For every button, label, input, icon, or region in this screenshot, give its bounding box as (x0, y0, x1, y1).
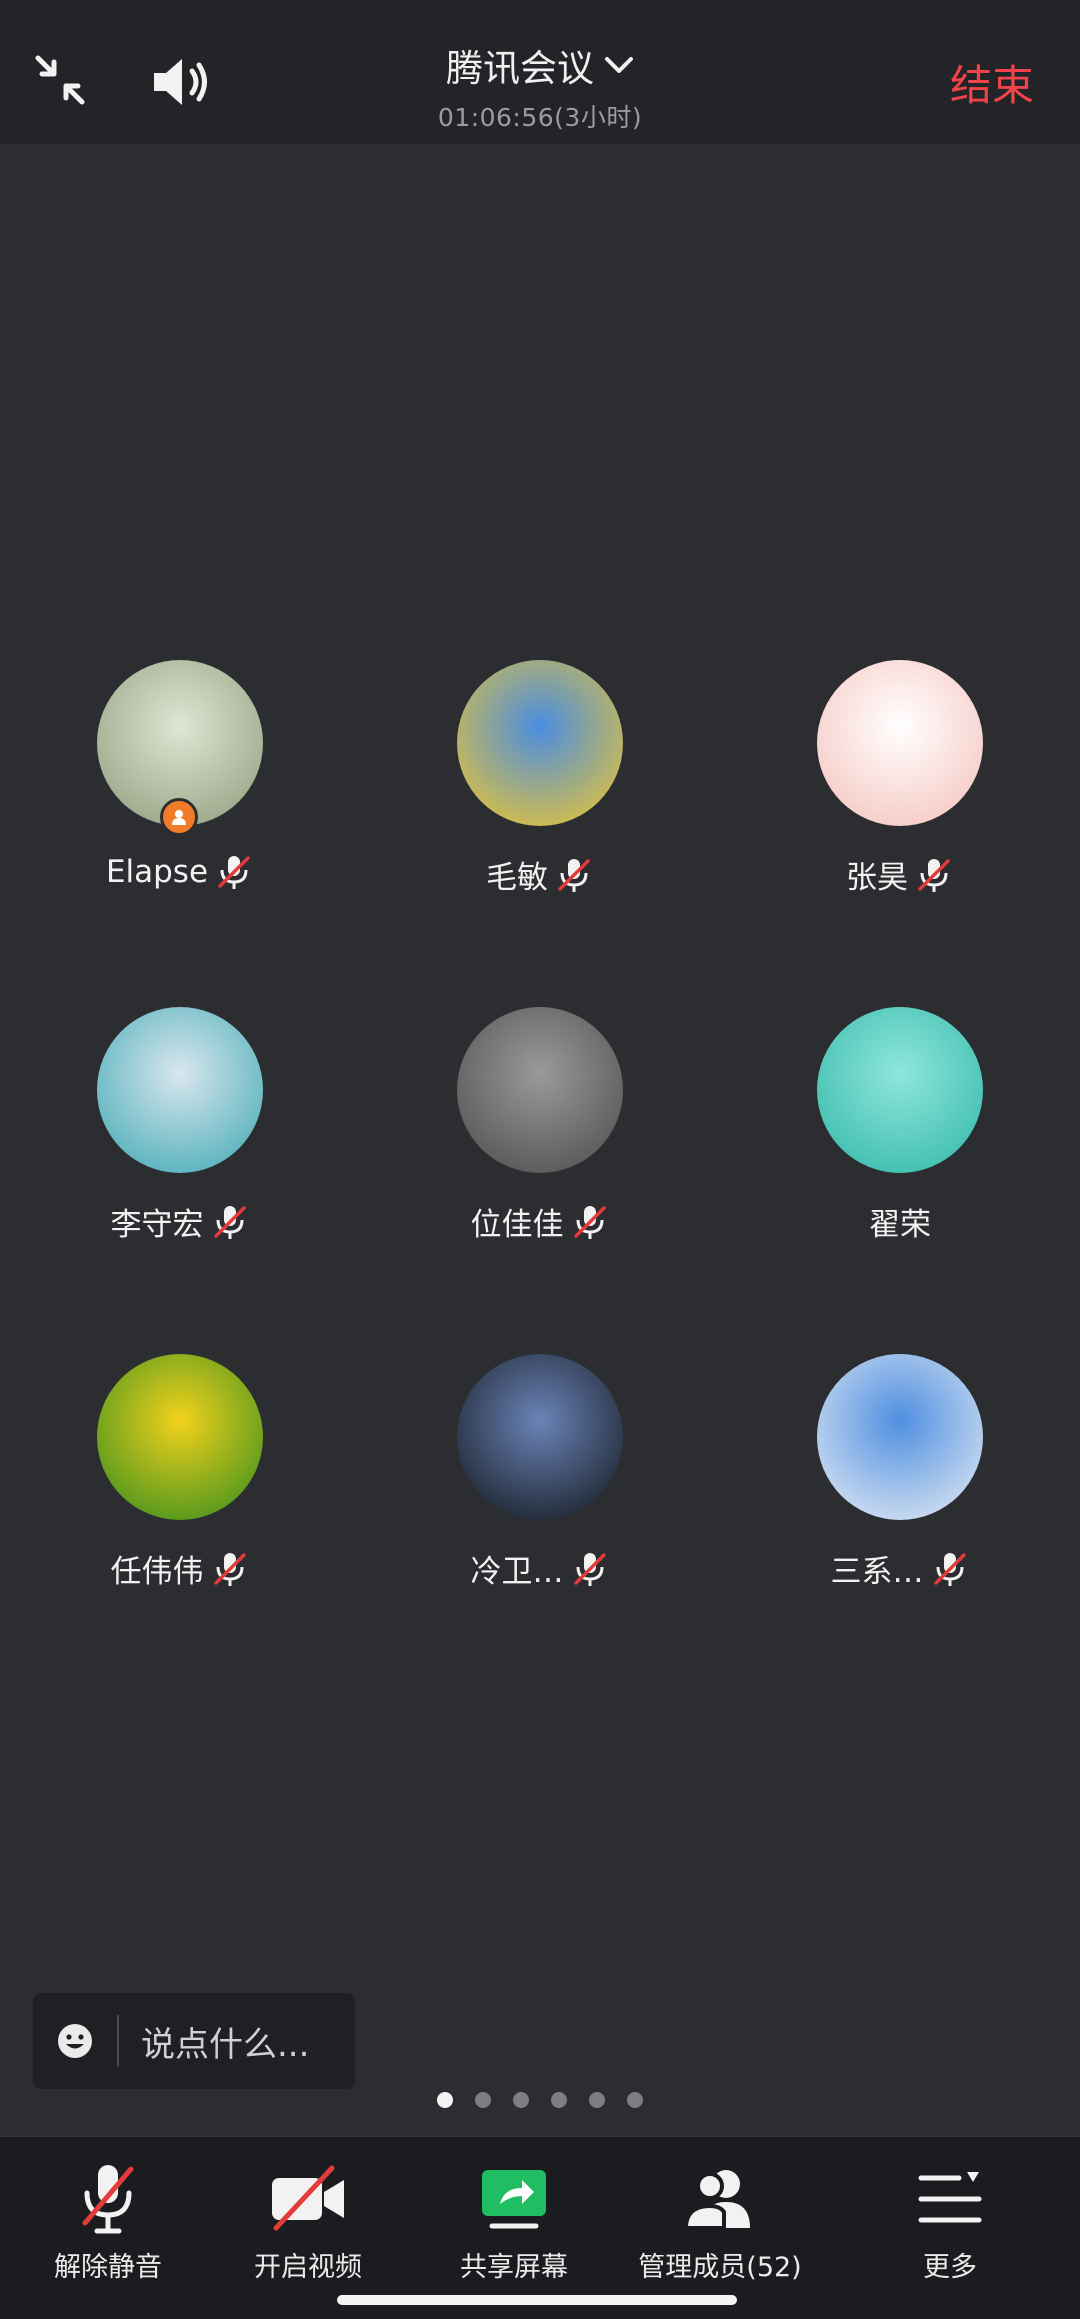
participant-name: 冷卫… (470, 1554, 564, 1590)
members-icon (612, 2159, 828, 2239)
avatar (97, 1354, 263, 1520)
end-meeting-button[interactable]: 结束 (950, 52, 1034, 113)
manage-members-button[interactable]: 管理成员(52) (612, 2159, 828, 2284)
participant-tile[interactable]: 任伟伟 (0, 1354, 360, 1591)
chat-input[interactable]: 说点什么... (33, 1993, 355, 2089)
manage-members-label: 管理成员(52) (638, 2252, 802, 2283)
start-video-button[interactable]: 开启视频 (200, 2159, 416, 2284)
host-badge-icon (160, 798, 198, 836)
page-indicator (0, 2092, 1080, 2108)
meeting-duration: 01:06:56(3小时) (437, 103, 643, 132)
participant-name-row: 三系… (720, 1546, 1080, 1591)
video-off-icon (200, 2159, 416, 2239)
participant-name: 翟荣 (869, 1207, 931, 1243)
participant-name: 张昊 (846, 860, 908, 896)
participant-name-row: 位佳佳 (360, 1199, 720, 1244)
top-bar: 腾讯会议 01:06:56(3小时) 结束 (0, 0, 1080, 144)
participant-name-row: 翟荣 (720, 1199, 1080, 1244)
share-screen-icon (406, 2159, 622, 2239)
avatar (817, 1007, 983, 1173)
participant-name: 位佳佳 (470, 1207, 564, 1243)
avatar (817, 1354, 983, 1520)
participant-name-row: Elapse (0, 852, 360, 892)
page-dot[interactable] (627, 2092, 643, 2108)
participant-name-row: 李守宏 (0, 1199, 360, 1244)
participant-name-row: 任伟伟 (0, 1546, 360, 1591)
participant-name: 李守宏 (110, 1207, 204, 1243)
more-button[interactable]: 更多 (842, 2159, 1058, 2284)
participant-tile[interactable]: 位佳佳 (360, 1007, 720, 1244)
muted-mic-icon (214, 852, 254, 892)
muted-mic-icon (570, 1549, 610, 1589)
muted-mic-icon (210, 1549, 250, 1589)
avatar (817, 660, 983, 826)
chat-placeholder: 说点什么... (141, 2024, 310, 2065)
emoji-icon[interactable] (33, 1993, 117, 2089)
avatar (457, 660, 623, 826)
muted-mic-icon (0, 2159, 216, 2239)
page-dot[interactable] (513, 2092, 529, 2108)
muted-mic-icon (570, 1202, 610, 1242)
more-label: 更多 (923, 2252, 977, 2283)
bottom-toolbar: 解除静音 开启视频 共享屏幕 管理成员(52) 更多 (0, 2136, 1080, 2319)
share-screen-button[interactable]: 共享屏幕 (406, 2159, 622, 2284)
page-dot[interactable] (551, 2092, 567, 2108)
avatar (97, 1007, 263, 1173)
avatar (457, 1354, 623, 1520)
participant-tile[interactable]: 张昊 (720, 660, 1080, 897)
speaker-icon[interactable] (148, 50, 214, 114)
participant-tile[interactable]: Elapse (0, 660, 360, 892)
participant-tile[interactable]: 毛敏 (360, 660, 720, 897)
meeting-title-area[interactable]: 腾讯会议 01:06:56(3小时) (340, 38, 740, 134)
share-screen-label: 共享屏幕 (460, 2252, 568, 2283)
participant-name-row: 张昊 (720, 852, 1080, 897)
participant-name-row: 冷卫… (360, 1546, 720, 1591)
participant-name-row: 毛敏 (360, 852, 720, 897)
muted-mic-icon (554, 855, 594, 895)
page-dot[interactable] (437, 2092, 453, 2108)
participant-tile[interactable]: 冷卫… (360, 1354, 720, 1591)
participant-tile[interactable]: 三系… (720, 1354, 1080, 1591)
participant-name: 毛敏 (486, 860, 548, 896)
chevron-down-icon (605, 57, 633, 73)
muted-mic-icon (210, 1202, 250, 1242)
participant-name: Elapse (105, 854, 209, 890)
participant-name: 三系… (830, 1554, 924, 1590)
page-dot[interactable] (589, 2092, 605, 2108)
participant-name: 任伟伟 (110, 1554, 204, 1590)
unmute-button[interactable]: 解除静音 (0, 2159, 216, 2284)
participant-tile[interactable]: 翟荣 (720, 1007, 1080, 1244)
meeting-title: 腾讯会议 (446, 47, 594, 90)
avatar (457, 1007, 623, 1173)
minimize-icon[interactable] (30, 50, 90, 110)
home-indicator[interactable] (337, 2295, 737, 2305)
muted-mic-icon (914, 855, 954, 895)
page-dot[interactable] (475, 2092, 491, 2108)
start-video-label: 开启视频 (254, 2252, 362, 2283)
participant-tile[interactable]: 李守宏 (0, 1007, 360, 1244)
muted-mic-icon (930, 1549, 970, 1589)
more-menu-icon (842, 2159, 1058, 2239)
unmute-label: 解除静音 (54, 2252, 162, 2283)
